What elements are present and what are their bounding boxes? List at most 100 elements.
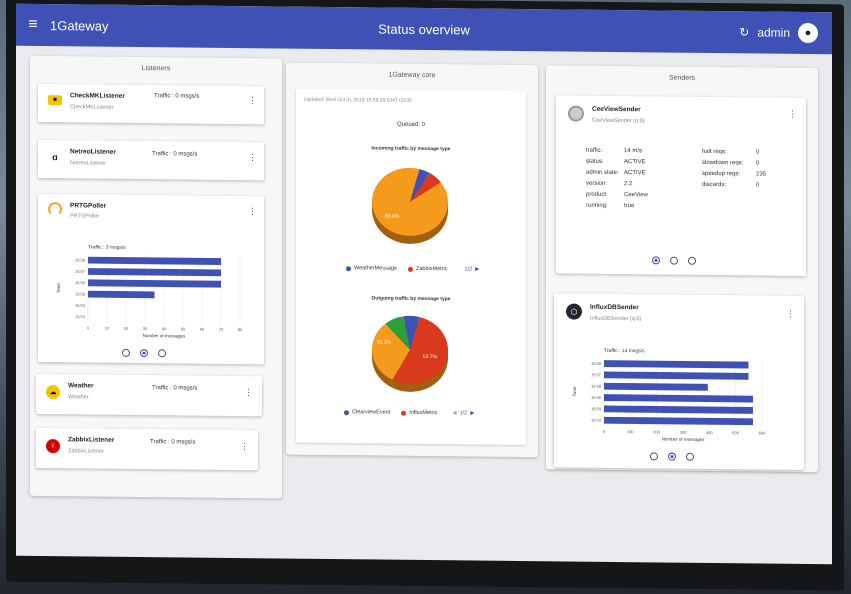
- x-tick-label: 100: [627, 429, 634, 434]
- x-tick-label: 60: [200, 327, 205, 332]
- carousel-dots: [652, 256, 696, 265]
- stat-value: ACTIVE: [624, 170, 646, 177]
- more-vert-icon[interactable]: ⋮: [244, 387, 253, 397]
- stat-key: halt reqs:: [702, 148, 727, 156]
- x-tick-label: 600: [759, 431, 766, 436]
- avatar[interactable]: ●: [798, 22, 818, 44]
- menu-icon[interactable]: ≡: [16, 16, 50, 34]
- prtg-gauge-icon: [48, 202, 62, 217]
- listener-subtitle: ZabbixListener: [68, 448, 105, 455]
- chart-title: Traffic : 3 msgs/s: [88, 244, 126, 250]
- prev-page-icon[interactable]: ◀: [452, 410, 456, 416]
- weather-icon: ☁: [46, 385, 60, 400]
- carousel-dot[interactable]: [688, 256, 696, 265]
- listener-traffic: Traffic : 0 msgs/s: [150, 439, 196, 446]
- listener-card-zabbix[interactable]: Z ZabbixListener ZabbixListener Traffic …: [36, 427, 258, 471]
- listener-card-weather[interactable]: ☁ Weather Weather Traffic : 0 msgs/s ⋮: [36, 373, 262, 417]
- carousel-dot[interactable]: [668, 452, 676, 461]
- outgoing-chart-title: Outgoing traffic by message type: [371, 295, 451, 303]
- bar: [604, 416, 753, 426]
- stat-key: admin state:: [586, 169, 619, 177]
- user-name[interactable]: admin: [757, 25, 790, 39]
- page-title: Status overview: [378, 21, 470, 37]
- core-column: 1Gateway core Updated: Wed Oct 31 2018 1…: [286, 62, 538, 458]
- listener-subtitle: Weather: [68, 394, 89, 401]
- stat-value: true: [624, 203, 635, 210]
- listener-subtitle: NetreoListener: [70, 160, 107, 167]
- carousel-dot[interactable]: [122, 348, 130, 357]
- netreo-logo-icon: ɑ: [52, 152, 58, 163]
- x-axis-label: Number of messages: [143, 333, 187, 338]
- carousel-dots: [122, 348, 166, 358]
- core-card: Updated: Wed Oct 31 2018 15:59:29 GMT+01…: [296, 88, 526, 446]
- stat-key: slowdown reqs:: [702, 159, 744, 167]
- stat-value: 2.2: [624, 181, 633, 188]
- sender-card-influxdb[interactable]: ⬡ InfluxDBSender InfluxDBSender (q:0) ⋮ …: [554, 293, 804, 470]
- sender-subtitle: InfluxDBSender (q:0): [590, 315, 642, 323]
- listener-subtitle: PRTGPoller: [70, 213, 100, 220]
- y-tick-label: 15:57: [591, 372, 602, 377]
- stat-value: 0: [756, 182, 760, 189]
- listener-name: PRTGPoller: [70, 202, 107, 210]
- refresh-icon[interactable]: ↻: [739, 25, 749, 39]
- stat-value: 14 m/s: [624, 148, 643, 155]
- bar: [604, 371, 749, 380]
- y-tick-label: 15:53: [75, 314, 86, 319]
- stat-key: running:: [586, 202, 608, 209]
- x-tick-label: 300: [680, 430, 687, 435]
- listeners-title: Listeners: [141, 65, 171, 73]
- x-tick-label: 80: [238, 327, 243, 332]
- listener-card-checkmk[interactable]: ■ CheckMKListener CheckMKListener Traffi…: [38, 83, 264, 125]
- legend-label: InfluxMetric: [409, 409, 438, 417]
- stat-key: traffic:: [586, 147, 603, 154]
- legend-label: WeatherMessage: [354, 265, 398, 272]
- influxdb-logo-icon: ⬡: [566, 303, 582, 320]
- y-tick-label: 15:54: [591, 406, 602, 411]
- x-tick-label: 400: [706, 430, 713, 435]
- next-page-icon[interactable]: ▶: [470, 410, 474, 416]
- listener-traffic: Traffic : 0 msgs/s: [152, 151, 198, 158]
- sender-name: CeeViewSender: [592, 105, 641, 114]
- more-vert-icon[interactable]: ⋮: [786, 309, 795, 319]
- stat-value: ACTIVE: [624, 159, 646, 166]
- carousel-dot[interactable]: [158, 349, 166, 358]
- carousel-dot[interactable]: [650, 452, 658, 461]
- y-tick-label: 15:57: [75, 269, 86, 274]
- stat-value: 0: [756, 160, 760, 167]
- y-tick-label: 15:58: [591, 384, 602, 389]
- listener-name: Weather: [68, 382, 94, 390]
- legend-pager[interactable]: 1/2: [460, 410, 468, 416]
- y-axis-label: Time: [572, 386, 577, 396]
- y-tick-label: 15:56: [591, 395, 602, 400]
- outgoing-pie-chart: 31.1% 53.7%: [372, 315, 448, 392]
- more-vert-icon[interactable]: ⋮: [240, 441, 249, 451]
- next-page-icon[interactable]: ▶: [475, 267, 479, 273]
- carousel-dot[interactable]: [670, 256, 678, 265]
- incoming-chart-title: Incoming traffic by message type: [371, 145, 451, 153]
- app-name: 1Gateway: [50, 17, 109, 34]
- listener-card-netreo[interactable]: ɑ NetreoListener NetreoListener Traffic …: [38, 139, 264, 181]
- carousel-dot[interactable]: [140, 349, 148, 358]
- bar: [88, 279, 221, 288]
- more-vert-icon[interactable]: ⋮: [248, 152, 257, 162]
- carousel-dots: [650, 452, 694, 461]
- core-title: 1Gateway core: [388, 71, 436, 80]
- more-vert-icon[interactable]: ⋮: [248, 95, 257, 105]
- updated-timestamp: Updated: Wed Oct 31 2018 15:59:29 GMT+01…: [304, 96, 412, 104]
- carousel-dot[interactable]: [652, 256, 660, 265]
- carousel-dot[interactable]: [686, 452, 694, 461]
- stat-key: speedup reqs:: [702, 170, 741, 178]
- y-tick-label: 15:54: [75, 303, 86, 308]
- more-vert-icon[interactable]: ⋮: [248, 206, 257, 216]
- legend-pager[interactable]: 1/2: [465, 266, 473, 272]
- x-tick-label: 0: [87, 325, 90, 330]
- pie-label: 31.1%: [377, 340, 392, 346]
- bar: [604, 405, 753, 414]
- listener-card-prtg[interactable]: PRTGPoller PRTGPoller ⋮ Traffic : 3 msgs…: [38, 193, 264, 365]
- listener-subtitle: CheckMKListener: [70, 104, 114, 111]
- stat-key: version:: [586, 180, 608, 187]
- more-vert-icon[interactable]: ⋮: [788, 109, 797, 119]
- sender-card-ceeview[interactable]: CeeViewSender CeeViewSender (q:0) ⋮ traf…: [556, 95, 806, 277]
- listener-traffic: Traffic : 0 msgs/s: [152, 385, 198, 392]
- senders-title: Senders: [668, 74, 696, 82]
